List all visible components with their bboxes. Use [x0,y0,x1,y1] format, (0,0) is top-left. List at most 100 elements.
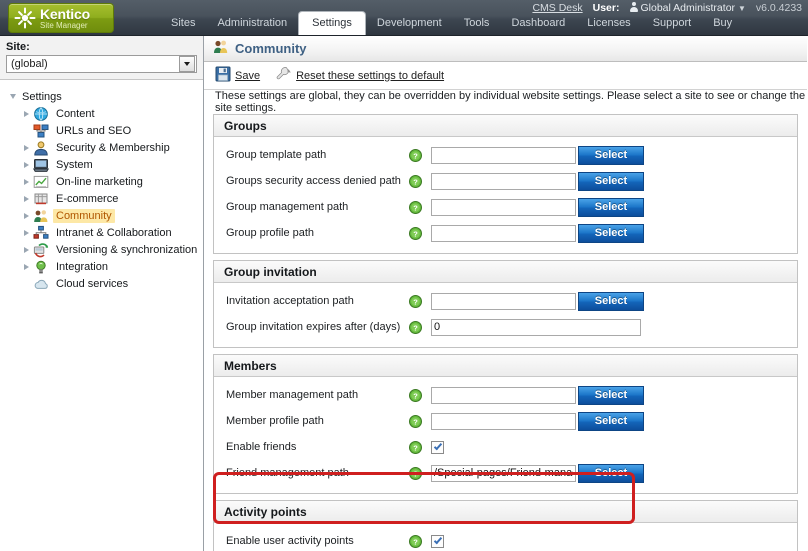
select-button[interactable]: Select [578,411,644,431]
setting-row: Group profile path? Select [214,220,797,246]
help-icon: ? [409,226,422,240]
sidebar-item-label: Cloud services [56,277,129,290]
tab-administration[interactable]: Administration [206,12,298,35]
logo-product-name: Kentico [40,5,90,22]
help-icon[interactable]: ? [409,414,431,428]
setting-row: Member profile path? Select [214,408,797,434]
chevron-down-icon[interactable] [179,56,195,72]
chevron-right-icon[interactable] [20,144,33,151]
setting-text-input[interactable] [431,224,576,242]
sidebar-item-label: Content [56,107,95,120]
chevron-down-icon[interactable] [6,94,19,99]
svg-text:?: ? [413,177,418,186]
sidebar-item-label: Integration [56,260,108,273]
setting-row: Enable friends? [214,434,797,460]
settings-sections: Groups Group template path? Select Groups s… [204,114,807,551]
sidebar-item-community[interactable]: Community [0,207,203,224]
select-button[interactable]: Select [578,291,644,311]
save-button[interactable]: Save [215,66,260,85]
help-icon[interactable]: ? [409,148,431,162]
sitemap-icon [33,123,49,139]
checkbox[interactable] [431,534,444,548]
svg-text:?: ? [413,537,418,546]
setting-label: Group profile path [226,227,315,239]
chevron-right-icon[interactable] [20,110,33,117]
chevron-right-icon[interactable] [20,246,33,253]
setting-text-input[interactable] [431,386,576,404]
select-button[interactable]: Select [578,171,644,191]
tab-support[interactable]: Support [642,12,703,35]
chart-icon [33,174,49,190]
sidebar-item-label: Intranet & Collaboration [56,226,172,239]
help-icon[interactable]: ? [409,534,431,548]
help-icon[interactable]: ? [409,200,431,214]
setting-label: Invitation acceptation path [226,295,354,307]
globe-icon [33,106,49,122]
reset-settings-button[interactable]: Reset these settings to default [276,66,444,85]
help-icon[interactable]: ? [409,226,431,240]
tab-settings[interactable]: Settings [298,11,366,35]
sidebar-item-cloud-services[interactable]: Cloud services [0,275,203,292]
page-toolbar: Save Reset these settings to default [204,62,807,90]
tab-tools[interactable]: Tools [453,12,501,35]
sidebar-item-content[interactable]: Content [0,105,203,122]
site-select[interactable]: (global) [6,55,197,73]
help-icon[interactable]: ? [409,440,431,454]
sidebar-item-on-line-marketing[interactable]: On-line marketing [0,173,203,190]
checkbox[interactable] [431,440,444,454]
sidebar: Site: (global) Settings Content URLs and S… [0,36,204,551]
global-settings-notice: These settings are global, they can be o… [204,90,807,114]
chevron-right-icon[interactable] [20,178,33,185]
select-button[interactable]: Select [578,197,644,217]
setting-text-input[interactable] [431,292,576,310]
sidebar-item-urls-and-seo[interactable]: URLs and SEO [0,122,203,139]
tab-buy[interactable]: Buy [702,12,743,35]
chevron-right-icon[interactable] [20,263,33,270]
help-icon[interactable]: ? [409,294,431,308]
setting-text-input[interactable] [431,318,641,336]
sidebar-item-intranet-collaboration[interactable]: Intranet & Collaboration [0,224,203,241]
tab-development[interactable]: Development [366,12,453,35]
kentico-logo-mark-icon [14,7,36,29]
setting-control: Select [431,411,644,431]
setting-control: Select [431,223,644,243]
help-icon[interactable]: ? [409,388,431,402]
select-button[interactable]: Select [578,385,644,405]
setting-text-input[interactable] [431,198,576,216]
select-button[interactable]: Select [578,463,644,483]
setting-control [431,440,444,454]
sidebar-item-versioning-synchronization[interactable]: Versioning & synchronization [0,241,203,258]
sidebar-item-e-commerce[interactable]: E-commerce [0,190,203,207]
setting-text-input[interactable] [431,464,576,482]
setting-text-input[interactable] [431,146,576,164]
sidebar-item-label: Community [53,208,115,223]
tab-licenses[interactable]: Licenses [576,12,641,35]
setting-control: Select [431,197,644,217]
section-body: Invitation acceptation path? Select Group … [214,283,797,347]
sidebar-item-integration[interactable]: Integration [0,258,203,275]
select-button[interactable]: Select [578,145,644,165]
setting-text-input[interactable] [431,172,576,190]
help-icon[interactable]: ? [409,320,431,334]
help-icon[interactable]: ? [409,174,431,188]
sidebar-item-system[interactable]: System [0,156,203,173]
help-icon: ? [409,388,422,402]
chevron-right-icon[interactable] [20,212,33,219]
notice-text: These settings are global, they can be o… [215,90,806,114]
chevron-right-icon[interactable] [20,195,33,202]
kentico-logo[interactable]: Kentico Site Manager [8,3,114,33]
help-icon[interactable]: ? [409,466,431,480]
chevron-right-icon[interactable] [20,229,33,236]
tab-dashboard[interactable]: Dashboard [500,12,576,35]
org-icon [33,225,49,241]
setting-control: Select [431,171,644,191]
select-button[interactable]: Select [578,223,644,243]
setting-text-input[interactable] [431,412,576,430]
sidebar-item-security-membership[interactable]: Security & Membership [0,139,203,156]
tab-sites[interactable]: Sites [160,12,206,35]
sidebar-item-settings[interactable]: Settings [0,88,203,105]
svg-text:?: ? [413,297,418,306]
version-label: v6.0.4233 [755,2,802,14]
setting-control: Select [431,291,644,311]
chevron-right-icon[interactable] [20,161,33,168]
